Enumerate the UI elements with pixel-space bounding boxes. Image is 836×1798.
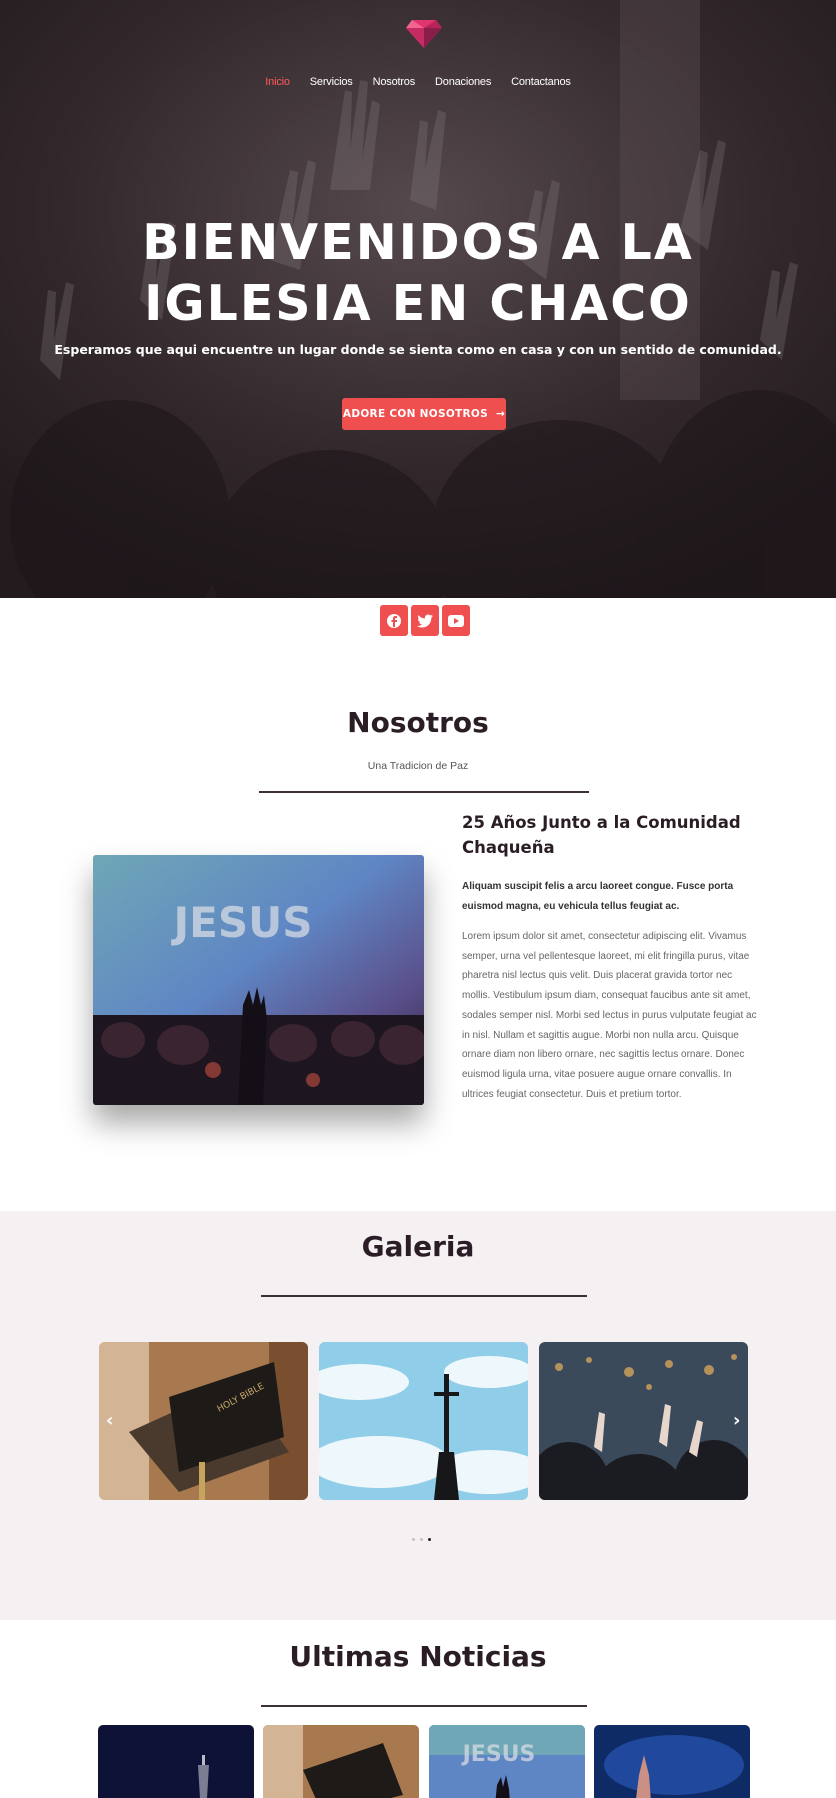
nav-item-inicio[interactable]: Inicio <box>265 76 290 88</box>
nav-item-servicios[interactable]: Servicios <box>310 76 353 88</box>
youtube-icon[interactable] <box>442 605 470 636</box>
social-links <box>380 605 470 636</box>
nosotros-title: Nosotros <box>347 706 489 739</box>
facebook-icon[interactable] <box>380 605 408 636</box>
hero-subtitle: Esperamos que aqui encuentre un lugar do… <box>54 342 782 357</box>
gem-logo-icon[interactable] <box>404 16 444 50</box>
gallery-dot-2[interactable] <box>420 1538 423 1541</box>
gallery-prev-arrow[interactable]: ‹ <box>106 1410 113 1431</box>
gallery-slide-cross[interactable] <box>319 1342 528 1500</box>
nosotros-heading: 25 Años Junto a la Comunidad Chaqueña <box>462 813 741 857</box>
gallery-dot-1[interactable] <box>412 1538 415 1541</box>
worship-cta-button[interactable]: ADORE CON NOSOTROS → <box>342 398 506 430</box>
news-thumb-2[interactable] <box>263 1725 419 1798</box>
bible-photo: HOLY BIBLE <box>99 1342 308 1500</box>
hero-section: Inicio Servicios Nosotros Donaciones Con… <box>0 0 836 598</box>
gallery-slide-worship[interactable] <box>539 1342 748 1500</box>
hero-title: BIENVENIDOS A LA IGLESIA EN CHACO <box>0 212 836 334</box>
noticias-divider <box>261 1705 587 1707</box>
worship-crowd-photo <box>539 1342 748 1500</box>
jesus-image-text: JESUS <box>171 898 313 947</box>
nav-item-donaciones[interactable]: Donaciones <box>435 76 491 88</box>
nosotros-divider <box>259 791 589 793</box>
hero-title-line-2: IGLESIA EN CHACO <box>144 275 692 332</box>
nosotros-body: Lorem ipsum dolor sit amet, consectetur … <box>462 931 757 1100</box>
night-steeple-photo <box>98 1725 254 1798</box>
twitter-icon[interactable] <box>411 605 439 636</box>
hero-title-line-1: BIENVENIDOS A LA <box>142 214 694 271</box>
cross-sky-photo <box>319 1342 528 1500</box>
jesus-photo-small: JESUS <box>429 1725 585 1798</box>
jesus-thumb-text: JESUS <box>461 1742 536 1767</box>
arrow-right-icon: → <box>496 408 506 420</box>
blue-worship-photo <box>594 1725 750 1798</box>
galeria-title: Galeria <box>361 1230 475 1263</box>
galeria-divider <box>261 1295 587 1297</box>
news-thumb-3[interactable]: JESUS <box>429 1725 585 1798</box>
nosotros-subtitle: Una Tradicion de Paz <box>367 760 469 772</box>
jesus-worship-photo: JESUS <box>93 855 424 1105</box>
gallery-pagination <box>412 1538 431 1541</box>
nosotros-image: JESUS <box>93 855 424 1105</box>
gallery-dot-3[interactable] <box>428 1538 431 1541</box>
nosotros-lead: Aliquam suscipit felis a arcu laoreet co… <box>462 881 734 912</box>
gallery-slide-bible[interactable]: HOLY BIBLE <box>99 1342 308 1500</box>
news-thumb-4[interactable] <box>594 1725 750 1798</box>
gallery-next-arrow[interactable]: › <box>733 1410 740 1431</box>
noticias-title: Ultimas Noticias <box>289 1640 547 1673</box>
nav-item-nosotros[interactable]: Nosotros <box>373 76 416 88</box>
worship-cta-label: ADORE CON NOSOTROS <box>342 408 488 420</box>
main-nav: Inicio Servicios Nosotros Donaciones Con… <box>0 76 836 88</box>
bible-photo-small <box>263 1725 419 1798</box>
news-thumb-1[interactable] <box>98 1725 254 1798</box>
nav-item-contactanos[interactable]: Contactanos <box>511 76 571 88</box>
